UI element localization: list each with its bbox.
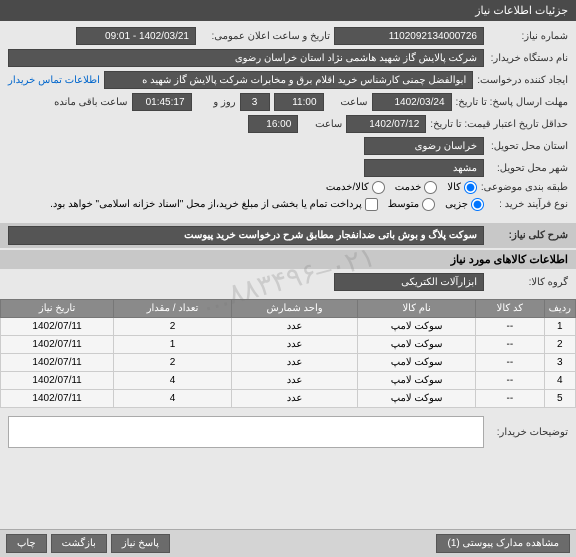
col-header: نام کالا <box>358 300 476 318</box>
cell-code: -- <box>476 354 545 372</box>
proc-note-check[interactable]: پرداخت تمام یا بخشی از مبلغ خرید،از محل … <box>50 198 378 211</box>
proc-partial-radio[interactable]: جزیی <box>445 198 484 211</box>
days-label: روز و <box>196 97 236 108</box>
cell-unit: عدد <box>231 390 357 408</box>
cell-qty: 1 <box>114 336 232 354</box>
cell-n: 3 <box>544 354 575 372</box>
col-header: واحد شمارش <box>231 300 357 318</box>
table-row[interactable]: 2--سوکت لامپعدد11402/07/11 <box>1 336 576 354</box>
validity-label: حداقل تاریخ اعتبار قیمت: تا تاریخ: <box>430 119 568 130</box>
cell-name: سوکت لامپ <box>358 372 476 390</box>
group-label: گروه کالا: <box>488 277 568 288</box>
col-header: ردیف <box>544 300 575 318</box>
buyer-label: نام دستگاه خریدار: <box>488 53 568 64</box>
city-label: شهر محل تحویل: <box>488 163 568 174</box>
province-field: خراسان رضوی <box>364 137 484 155</box>
desc-label: شرح کلی نیاز: <box>488 230 568 241</box>
validity-date: 1402/07/12 <box>346 115 426 133</box>
time-label-1: ساعت <box>328 97 368 108</box>
cell-qty: 2 <box>114 318 232 336</box>
remain-label: ساعت باقی مانده <box>54 97 127 108</box>
cell-name: سوکت لامپ <box>358 390 476 408</box>
province-label: استان محل تحویل: <box>488 141 568 152</box>
cell-unit: عدد <box>231 354 357 372</box>
col-header: تعداد / مقدار <box>114 300 232 318</box>
cell-name: سوکت لامپ <box>358 354 476 372</box>
deadline-time: 11:00 <box>274 93 324 111</box>
cell-code: -- <box>476 372 545 390</box>
group-field: ابزارآلات الکتریکی <box>334 273 484 291</box>
table-row[interactable]: 5--سوکت لامپعدد41402/07/11 <box>1 390 576 408</box>
items-section-bar: اطلاعات کالاهای مورد نیاز <box>0 250 576 269</box>
cell-date: 1402/07/11 <box>1 372 114 390</box>
days-val: 3 <box>240 93 270 111</box>
cell-code: -- <box>476 390 545 408</box>
attachments-button[interactable]: مشاهده مدارک پیوستی (1) <box>436 534 570 553</box>
cell-qty: 2 <box>114 354 232 372</box>
cell-name: سوکت لامپ <box>358 336 476 354</box>
desc-field: سوکت پلاگ و بوش باتی ضدانفجار مطابق شرح … <box>8 226 484 245</box>
process-label: نوع فرآیند خرید : <box>488 199 568 210</box>
cell-n: 4 <box>544 372 575 390</box>
table-row[interactable]: 1--سوکت لامپعدد21402/07/11 <box>1 318 576 336</box>
announce-label: تاریخ و ساعت اعلان عمومی: <box>200 31 330 42</box>
cell-code: -- <box>476 318 545 336</box>
cell-unit: عدد <box>231 372 357 390</box>
deadline-date: 1402/03/24 <box>372 93 452 111</box>
cat-both-radio[interactable]: کالا/خدمت <box>326 181 385 194</box>
creator-label: ایجاد کننده درخواست: <box>477 75 568 86</box>
remain-val: 01:45:17 <box>132 93 192 111</box>
cell-qty: 4 <box>114 372 232 390</box>
cell-n: 1 <box>544 318 575 336</box>
contact-link[interactable]: اطلاعات تماس خریدار <box>8 75 100 86</box>
category-label: طبقه بندی موضوعی: <box>481 182 568 193</box>
reply-button[interactable]: پاسخ نیاز <box>111 534 170 553</box>
cell-n: 2 <box>544 336 575 354</box>
process-radios: جزیی متوسط پرداخت تمام یا بخشی از مبلغ خ… <box>50 198 484 211</box>
desc-section-bar: شرح کلی نیاز: سوکت پلاگ و بوش باتی ضدانف… <box>0 223 576 248</box>
cell-date: 1402/07/11 <box>1 318 114 336</box>
cell-date: 1402/07/11 <box>1 390 114 408</box>
need-no-field: 1102092134000726 <box>334 27 484 45</box>
announce-field: 1402/03/21 - 09:01 <box>76 27 196 45</box>
cell-code: -- <box>476 336 545 354</box>
proc-medium-radio[interactable]: متوسط <box>388 198 435 211</box>
buyer-field: شرکت پالایش گاز شهید هاشمی نژاد استان خر… <box>8 49 484 67</box>
col-header: کد کالا <box>476 300 545 318</box>
cell-unit: عدد <box>231 318 357 336</box>
buyer-notes <box>8 416 484 448</box>
print-button[interactable]: چاپ <box>6 534 47 553</box>
deadline-label: مهلت ارسال پاسخ: تا تاریخ: <box>456 97 568 108</box>
cell-date: 1402/07/11 <box>1 354 114 372</box>
table-row[interactable]: 4--سوکت لامپعدد41402/07/11 <box>1 372 576 390</box>
city-field: مشهد <box>364 159 484 177</box>
notes-label: توضیحات خریدار: <box>488 427 568 438</box>
cell-unit: عدد <box>231 336 357 354</box>
creator-field: ابوالفضل چمنی کارشناس خرید اقلام برق و م… <box>104 71 473 89</box>
bottom-toolbar: مشاهده مدارک پیوستی (1) پاسخ نیاز بازگشت… <box>0 529 576 557</box>
need-no-label: شماره نیاز: <box>488 31 568 42</box>
panel-title: جزئیات اطلاعات نیاز <box>0 0 576 21</box>
category-radios: کالا خدمت کالا/خدمت <box>326 181 477 194</box>
cell-qty: 4 <box>114 390 232 408</box>
form-area: شماره نیاز: 1102092134000726 تاریخ و ساع… <box>0 21 576 221</box>
time-label-2: ساعت <box>302 119 342 130</box>
items-table: ردیفکد کالانام کالاواحد شمارشتعداد / مقد… <box>0 299 576 408</box>
cell-n: 5 <box>544 390 575 408</box>
cell-name: سوکت لامپ <box>358 318 476 336</box>
validity-time: 16:00 <box>248 115 298 133</box>
col-header: تاریخ نیاز <box>1 300 114 318</box>
cat-goods-radio[interactable]: کالا <box>447 181 477 194</box>
back-button[interactable]: بازگشت <box>51 534 107 553</box>
cat-service-radio[interactable]: خدمت <box>395 181 438 194</box>
table-row[interactable]: 3--سوکت لامپعدد21402/07/11 <box>1 354 576 372</box>
cell-date: 1402/07/11 <box>1 336 114 354</box>
